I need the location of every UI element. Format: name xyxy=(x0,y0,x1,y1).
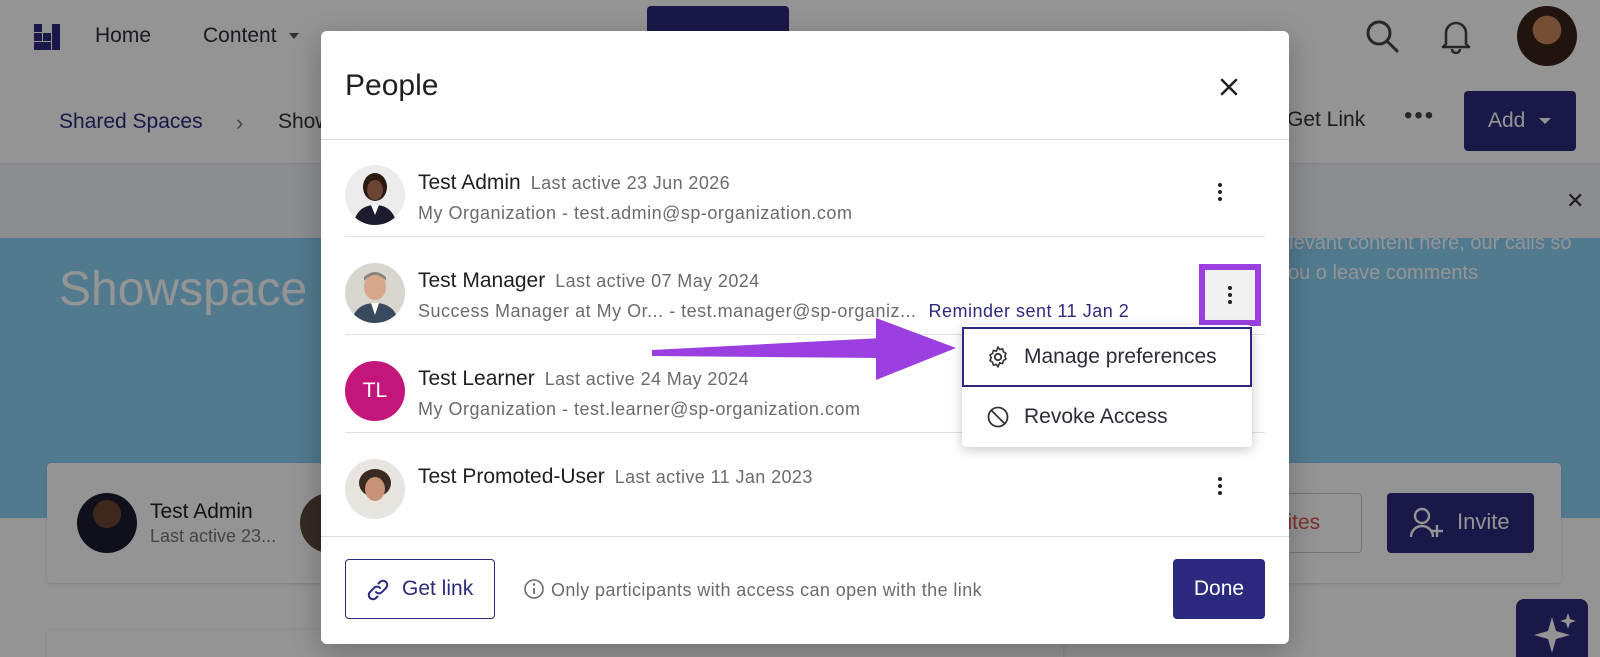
list-item: Test Admin Last active 23 Jun 2026 My Org… xyxy=(345,139,1265,237)
person-name-text: Test Admin xyxy=(418,171,521,194)
person-name: Test Admin Last active 23 Jun 2026 xyxy=(418,171,730,195)
person-name: Test Promoted-User Last active 11 Jan 202… xyxy=(418,465,813,489)
done-button[interactable]: Done xyxy=(1173,559,1265,619)
annotation-arrow-icon xyxy=(652,318,956,380)
more-vertical-icon xyxy=(1228,286,1232,304)
person-actions-menu: Manage preferences Revoke Access xyxy=(962,325,1252,447)
person-name-text: Test Promoted-User xyxy=(418,465,605,488)
menu-item-label: Manage preferences xyxy=(1024,345,1217,368)
menu-item-label: Revoke Access xyxy=(1024,405,1168,428)
menu-item-revoke-access[interactable]: Revoke Access xyxy=(962,387,1252,447)
link-hint-text: Only participants with access can open w… xyxy=(551,580,983,600)
link-icon xyxy=(367,579,389,601)
divider xyxy=(321,536,1289,537)
get-link-button-label: Get link xyxy=(402,577,474,600)
more-vertical-icon[interactable] xyxy=(1205,471,1235,501)
person-details: My Organization - test.admin@sp-organiza… xyxy=(418,203,853,223)
get-link-button[interactable]: Get link xyxy=(345,559,495,619)
person-name: Test Manager Last active 07 May 2024 xyxy=(418,269,760,293)
more-options-button[interactable] xyxy=(1199,264,1261,326)
list-item: Test Promoted-User Last active 11 Jan 202… xyxy=(345,433,1265,527)
menu-item-manage-preferences[interactable]: Manage preferences xyxy=(962,327,1252,387)
last-active-text: Last active 23 Jun 2026 xyxy=(530,173,731,193)
last-active-text: Last active 07 May 2024 xyxy=(555,271,760,291)
gear-icon xyxy=(989,346,1007,368)
more-vertical-icon[interactable] xyxy=(1205,177,1235,207)
avatar xyxy=(345,165,405,225)
avatar xyxy=(345,459,405,519)
link-hint: Only participants with access can open w… xyxy=(523,578,982,601)
person-name-text: Test Manager xyxy=(418,269,546,292)
block-icon xyxy=(987,406,1009,428)
person-name-text: Test Learner xyxy=(418,367,535,390)
avatar-initials: TL xyxy=(345,361,405,421)
info-icon xyxy=(524,579,544,599)
avatar xyxy=(345,263,405,323)
person-details: My Organization - test.learner@sp-organi… xyxy=(418,399,861,419)
close-icon[interactable] xyxy=(1211,69,1247,105)
last-active-text: Last active 11 Jan 2023 xyxy=(614,467,813,487)
dialog-title: People xyxy=(345,69,439,102)
